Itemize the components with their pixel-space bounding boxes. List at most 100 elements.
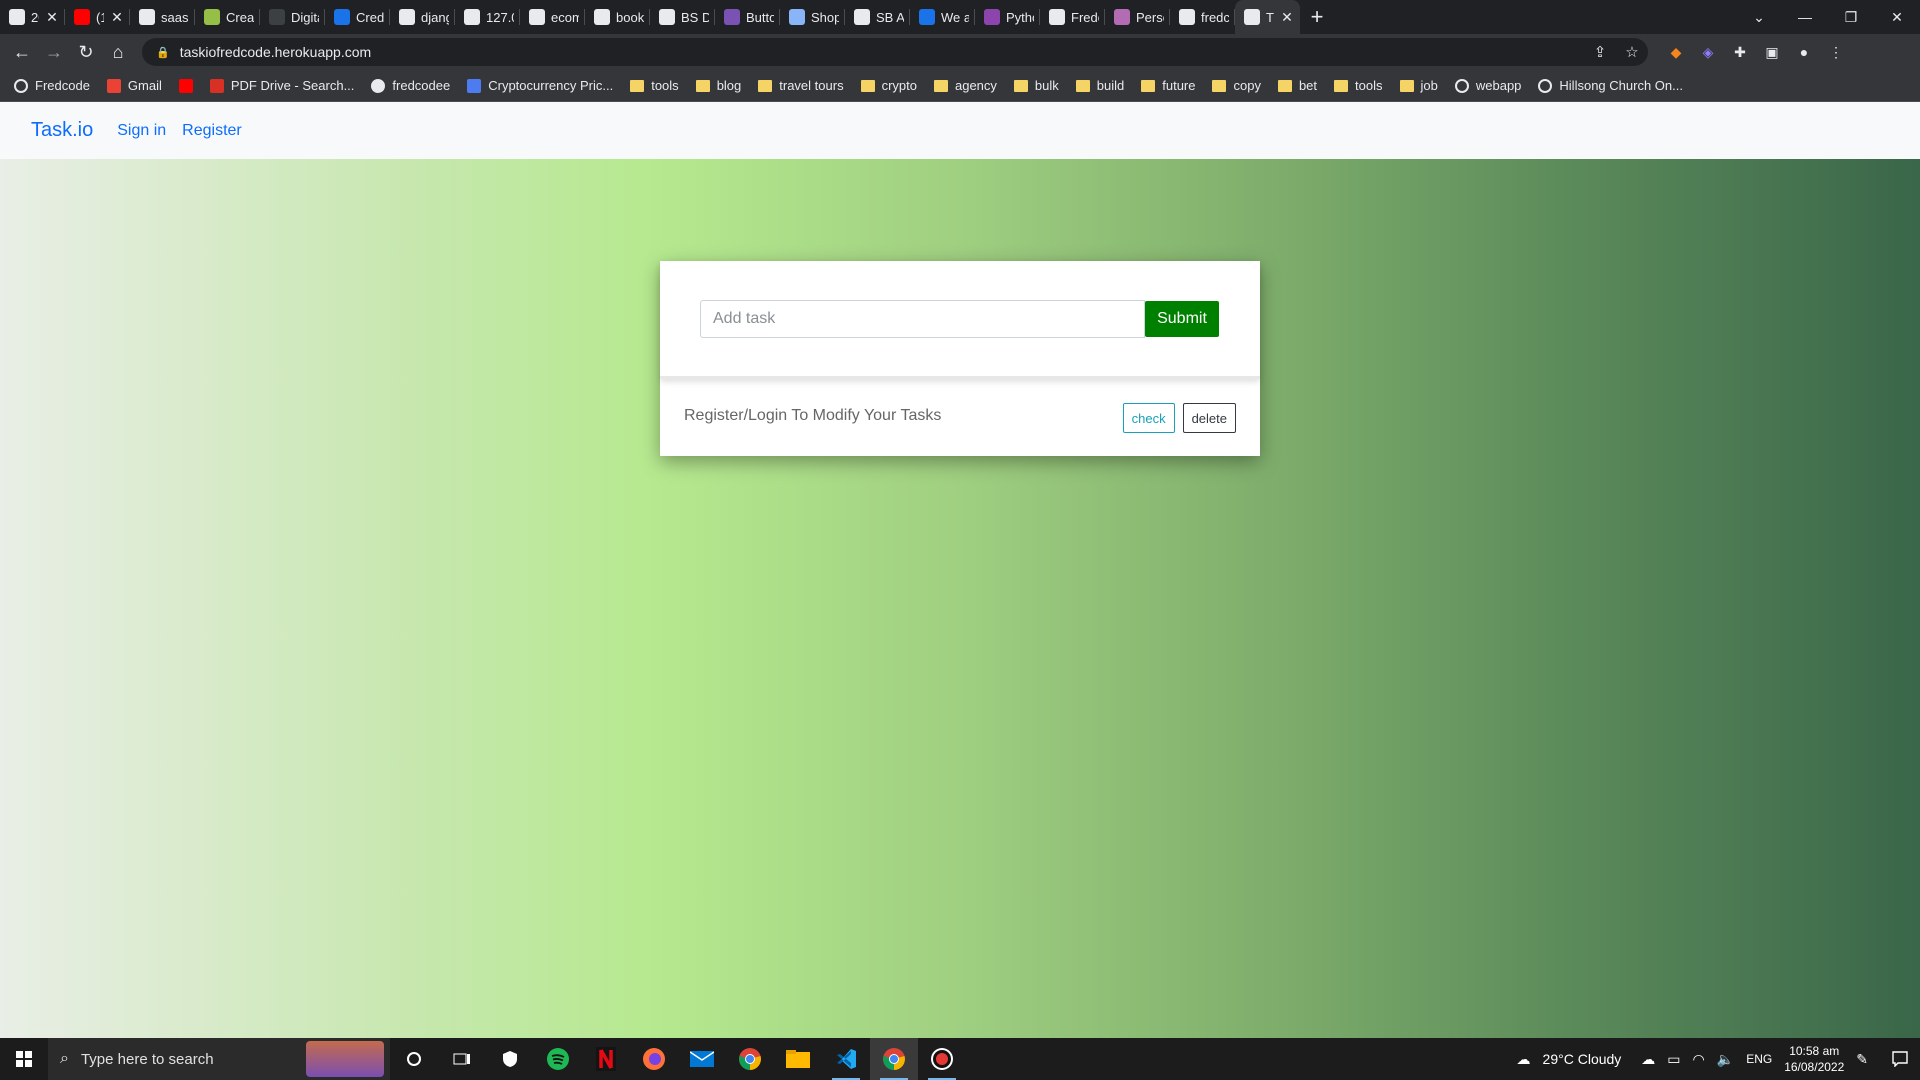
chrome-profile-icon[interactable] <box>870 1038 918 1080</box>
bookmark-blog[interactable]: blog <box>695 78 741 93</box>
address-bar[interactable]: 🔒 taskiofredcode.herokuapp.com ⇪ ☆ <box>142 38 1648 66</box>
brand-link[interactable]: Task.io <box>31 119 93 142</box>
tab[interactable]: (13 ✕ <box>65 0 130 34</box>
url-text[interactable]: taskiofredcode.herokuapp.com <box>180 44 1584 60</box>
bookmark-cryptocurrency-pric[interactable]: Cryptocurrency Pric... <box>467 78 613 93</box>
taskbar-search[interactable]: ⌕ Type here to search <box>48 1038 390 1080</box>
bookmark-travel-tours[interactable]: travel tours <box>758 78 844 93</box>
minimize-icon[interactable]: — <box>1782 0 1828 34</box>
bookmark-bet[interactable]: bet <box>1277 78 1317 93</box>
folder-icon <box>860 79 875 92</box>
clock-time: 10:58 am <box>1789 1044 1840 1058</box>
bookmark-copy[interactable]: copy <box>1212 78 1261 93</box>
menu-kebab-icon[interactable]: ⋮ <box>1820 38 1852 66</box>
bookmark-fredcode[interactable]: Fredcode <box>14 78 90 93</box>
tab[interactable]: ecomm <box>520 0 585 34</box>
profile-avatar-icon[interactable]: ● <box>1788 38 1820 66</box>
vscode-icon[interactable] <box>822 1038 870 1080</box>
signin-link[interactable]: Sign in <box>117 122 166 140</box>
bookmark-star-icon[interactable]: ☆ <box>1616 43 1648 61</box>
bookmark-youtube[interactable] <box>178 78 193 93</box>
forward-icon[interactable]: → <box>38 36 70 68</box>
spotify-icon[interactable] <box>534 1038 582 1080</box>
weather-cloud-icon[interactable]: ☁ <box>1517 1051 1531 1068</box>
bookmark-tools[interactable]: tools <box>630 78 679 93</box>
bookmark-agency[interactable]: agency <box>933 78 997 93</box>
tab[interactable]: Persona <box>1105 0 1170 34</box>
mail-icon[interactable] <box>678 1038 726 1080</box>
tab[interactable]: Python <box>975 0 1040 34</box>
bookmark-hillsong-church-on[interactable]: Hillsong Church On... <box>1538 78 1683 93</box>
bookmark-fredcodee[interactable]: fredcodee <box>371 78 450 93</box>
tab-close-icon[interactable]: ✕ <box>110 9 124 26</box>
back-icon[interactable]: ← <box>6 36 38 68</box>
bookmark-crypto[interactable]: crypto <box>860 78 917 93</box>
bookmark-bulk[interactable]: bulk <box>1013 78 1059 93</box>
tab[interactable]: Create y <box>195 0 260 34</box>
bookmark-future[interactable]: future <box>1141 78 1195 93</box>
side-panel-icon[interactable]: ▣ <box>1756 38 1788 66</box>
check-button[interactable]: check <box>1122 403 1175 433</box>
task-view-icon[interactable] <box>438 1038 486 1080</box>
tab[interactable]: SB Adm <box>845 0 910 34</box>
tab[interactable]: Buttons <box>715 0 780 34</box>
tab[interactable]: book-re <box>585 0 650 34</box>
new-tab-button[interactable]: + <box>1300 0 1334 34</box>
netflix-icon[interactable] <box>582 1038 630 1080</box>
pen-workspace-icon[interactable]: ✎ <box>1856 1051 1868 1068</box>
tab-close-icon[interactable]: ✕ <box>45 9 59 26</box>
tab[interactable]: Fredcoc <box>1040 0 1105 34</box>
close-window-icon[interactable]: ✕ <box>1874 0 1920 34</box>
tab-active[interactable]: TO D ✕ <box>1235 0 1300 34</box>
tab[interactable]: Shop - s <box>780 0 845 34</box>
volume-icon[interactable]: 🔈 <box>1717 1051 1734 1068</box>
bookmark-tools[interactable]: tools <box>1334 78 1383 93</box>
delete-button[interactable]: delete <box>1182 403 1236 433</box>
metamask-icon[interactable]: ◆ <box>1660 38 1692 66</box>
bookmark-build[interactable]: build <box>1075 78 1124 93</box>
share-icon[interactable]: ⇪ <box>1584 43 1616 61</box>
lock-icon[interactable]: 🔒 <box>156 46 170 59</box>
bookmark-gmail[interactable]: Gmail <box>106 78 162 93</box>
bookmark-label: travel tours <box>779 78 844 93</box>
bookmark-webapp[interactable]: webapp <box>1454 78 1521 93</box>
file-explorer-icon[interactable] <box>774 1038 822 1080</box>
home-icon[interactable]: ⌂ <box>102 36 134 68</box>
battery-icon[interactable]: ▭ <box>1667 1051 1680 1068</box>
clock[interactable]: 10:58 am 16/08/2022 <box>1784 1043 1844 1075</box>
tab[interactable]: 202 ✕ <box>0 0 65 34</box>
p-icon <box>919 9 935 25</box>
extensions-puzzle-icon[interactable]: ✚ <box>1724 38 1756 66</box>
bookmark-pdf-drive-search[interactable]: PDF Drive - Search... <box>209 78 354 93</box>
restore-icon[interactable]: ❐ <box>1828 0 1874 34</box>
wallet-extension-icon[interactable]: ◈ <box>1692 38 1724 66</box>
tab[interactable]: Credent <box>325 0 390 34</box>
tab[interactable]: Digital S <box>260 0 325 34</box>
onedrive-icon[interactable]: ☁ <box>1641 1051 1655 1068</box>
tab-title: Fredcoc <box>1071 9 1099 25</box>
weather-text[interactable]: 29°C Cloudy <box>1543 1051 1622 1067</box>
tab[interactable]: saasapp <box>130 0 195 34</box>
folder-icon <box>695 79 710 92</box>
submit-button[interactable]: Submit <box>1145 300 1219 337</box>
bookmark-job[interactable]: job <box>1399 78 1438 93</box>
add-task-input[interactable] <box>700 299 1145 338</box>
register-link[interactable]: Register <box>182 122 242 140</box>
notification-center-icon[interactable] <box>1880 1038 1920 1080</box>
firefox-icon[interactable] <box>630 1038 678 1080</box>
tab[interactable]: 127.0.0. <box>455 0 520 34</box>
tab[interactable]: django- <box>390 0 455 34</box>
tab-search-icon[interactable]: ⌄ <box>1736 0 1782 34</box>
tab[interactable]: We are <box>910 0 975 34</box>
tab-close-icon[interactable]: ✕ <box>1280 9 1294 26</box>
tab[interactable]: BS Dash <box>650 0 715 34</box>
cortana-icon[interactable] <box>390 1038 438 1080</box>
security-icon[interactable] <box>486 1038 534 1080</box>
chrome-icon[interactable] <box>726 1038 774 1080</box>
language-indicator[interactable]: ENG <box>1746 1052 1772 1066</box>
reload-icon[interactable]: ↻ <box>70 36 102 68</box>
tab[interactable]: fredcod <box>1170 0 1235 34</box>
start-button[interactable] <box>0 1038 48 1080</box>
wifi-icon[interactable]: ◠ <box>1693 1051 1705 1068</box>
recorder-icon[interactable] <box>918 1038 966 1080</box>
